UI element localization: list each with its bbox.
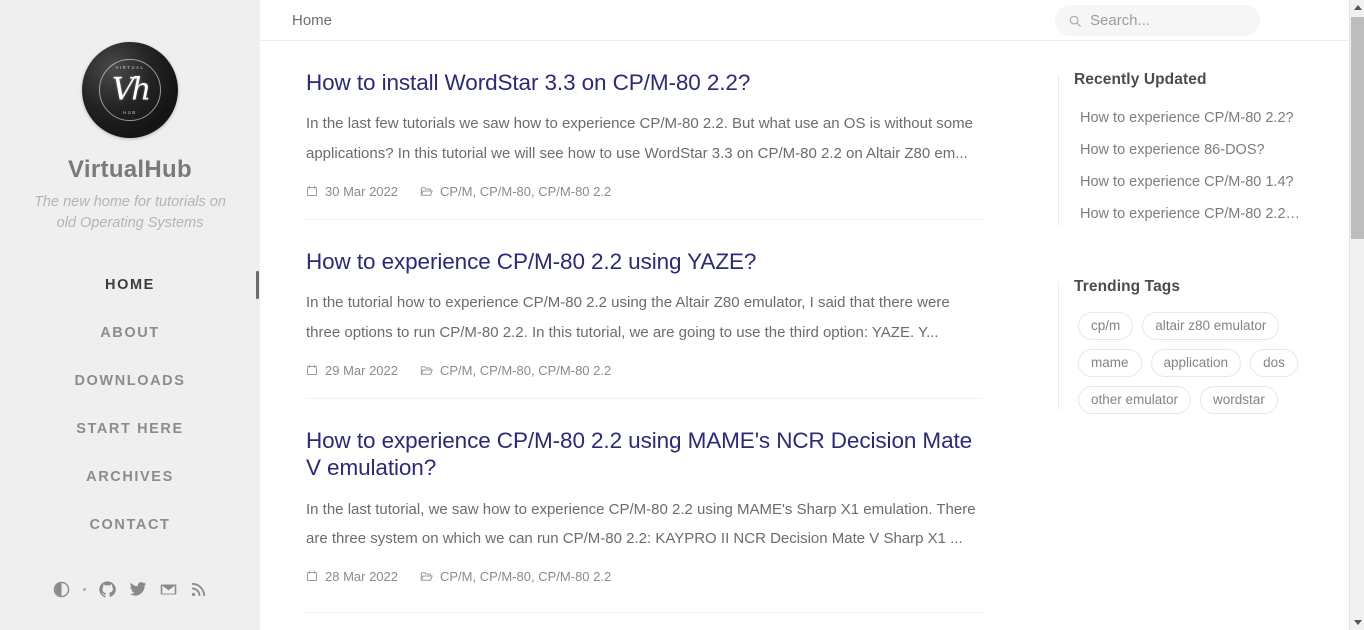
panel-divider xyxy=(1058,282,1059,410)
post-meta: 29 Mar 2022 CP/M, CP/M-80, CP/M-80 2.2 xyxy=(306,363,982,378)
logo-monogram: Vh xyxy=(111,71,151,108)
sidebar-item-contact[interactable]: CONTACT xyxy=(0,501,260,549)
post-title[interactable]: How to experience CP/M-80 2.2 using YAZE… xyxy=(306,248,982,275)
tag-chip[interactable]: mame xyxy=(1078,349,1142,377)
post-title[interactable]: How to experience CP/M-80 2.2 using MAME… xyxy=(306,427,982,482)
post-excerpt: In the last tutorial, we saw how to expe… xyxy=(306,500,976,548)
scroll-down-arrow[interactable] xyxy=(1350,615,1364,630)
right-sidebar: Recently Updated How to experience CP/M-… xyxy=(1028,41,1364,630)
app-root: VIRTUAL Vh HUB VirtualHub The new home f… xyxy=(0,0,1364,630)
sidebar-item-label: DOWNLOADS xyxy=(74,373,186,390)
sidebar-item-start-here[interactable]: START HERE xyxy=(0,405,260,453)
post-date-text: 28 Mar 2022 xyxy=(325,568,398,584)
sidebar-item-label: START HERE xyxy=(76,421,184,438)
scrollbar-thumb[interactable] xyxy=(1351,17,1364,239)
post-date: 29 Mar 2022 xyxy=(306,363,398,378)
rss-icon[interactable] xyxy=(190,581,207,598)
calendar-icon xyxy=(306,570,318,582)
post-excerpt: In the tutorial how to experience CP/M-8… xyxy=(306,294,950,341)
sidebar-item-label: ABOUT xyxy=(100,325,160,342)
tag-chip[interactable]: other emulator xyxy=(1078,386,1192,414)
theme-toggle-icon[interactable] xyxy=(53,581,70,598)
content-area: Home Search... How to install WordStar 3… xyxy=(260,0,1364,630)
calendar-icon xyxy=(306,185,318,197)
post-categories-text: CP/M, CP/M-80, CP/M-80 2.2 xyxy=(440,568,612,584)
logo-circle: VIRTUAL Vh HUB xyxy=(82,42,178,138)
tag-chip[interactable]: wordstar xyxy=(1200,386,1278,414)
post-categories[interactable]: CP/M, CP/M-80, CP/M-80 2.2 xyxy=(420,569,611,584)
sidebar-item-home[interactable]: HOME xyxy=(0,261,260,309)
sidebar-social-bar xyxy=(0,580,260,598)
post-categories[interactable]: CP/M, CP/M-80, CP/M-80 2.2 xyxy=(420,184,611,199)
folder-open-icon xyxy=(420,185,433,198)
site-title[interactable]: VirtualHub xyxy=(68,156,192,184)
list-item[interactable]: How to experience 86-DOS? xyxy=(1074,134,1364,166)
sidebar-nav: HOME ABOUT DOWNLOADS START HERE ARCHIVES… xyxy=(0,261,260,549)
post-date-text: 29 Mar 2022 xyxy=(325,362,398,378)
post-title[interactable]: How to install WordStar 3.3 on CP/M-80 2… xyxy=(306,69,982,96)
sidebar-item-label: ARCHIVES xyxy=(86,469,174,486)
panel-divider xyxy=(1058,75,1059,226)
recently-updated-list: How to experience CP/M-80 2.2? How to ex… xyxy=(1074,102,1364,230)
post-excerpt: In the last few tutorials we saw how to … xyxy=(306,115,973,163)
post-list-divider xyxy=(306,611,982,613)
page-scrollbar[interactable] xyxy=(1349,0,1364,630)
scroll-up-arrow[interactable] xyxy=(1350,0,1364,15)
breadcrumb[interactable]: Home xyxy=(292,12,332,29)
recently-updated-title: Recently Updated xyxy=(1074,71,1207,88)
post-list: How to install WordStar 3.3 on CP/M-80 2… xyxy=(260,41,1028,630)
tag-chip[interactable]: dos xyxy=(1250,349,1298,377)
tag-chip[interactable]: cp/m xyxy=(1078,312,1134,340)
sidebar-item-downloads[interactable]: DOWNLOADS xyxy=(0,357,260,405)
logo-ring-top-text: VIRTUAL xyxy=(115,65,145,70)
calendar-icon xyxy=(306,364,318,376)
list-item[interactable]: How to experience CP/M-80 2.2… xyxy=(1074,198,1364,230)
post-date: 30 Mar 2022 xyxy=(306,184,398,199)
post-card: How to install WordStar 3.3 on CP/M-80 2… xyxy=(306,41,982,219)
twitter-icon[interactable] xyxy=(129,580,147,598)
logo-ring-bottom-text: HUB xyxy=(123,110,137,115)
sidebar-item-label: HOME xyxy=(105,277,155,294)
folder-open-icon xyxy=(420,570,433,583)
post-meta: 30 Mar 2022 CP/M, CP/M-80, CP/M-80 2.2 xyxy=(306,184,982,199)
post-card: How to experience CP/M-80 2.2 using YAZE… xyxy=(306,218,982,398)
github-icon[interactable] xyxy=(99,580,116,598)
content-row: How to install WordStar 3.3 on CP/M-80 2… xyxy=(260,41,1364,630)
top-bar: Home Search... xyxy=(260,0,1364,41)
post-categories-text: CP/M, CP/M-80, CP/M-80 2.2 xyxy=(440,362,612,378)
post-date: 28 Mar 2022 xyxy=(306,569,398,584)
site-tagline: The new home for tutorials on old Operat… xyxy=(34,194,226,231)
search-icon xyxy=(1068,14,1082,28)
sidebar-item-label: CONTACT xyxy=(89,517,171,534)
site-logo[interactable]: VIRTUAL Vh HUB xyxy=(82,42,178,138)
trending-tags-title: Trending Tags xyxy=(1074,278,1181,295)
post-card: How to experience CP/M-80 2.2 using MAME… xyxy=(306,397,982,604)
sidebar-item-archives[interactable]: ARCHIVES xyxy=(0,453,260,501)
dot-separator xyxy=(83,587,86,591)
post-date-text: 30 Mar 2022 xyxy=(325,183,398,199)
list-item[interactable]: How to experience CP/M-80 1.4? xyxy=(1074,166,1364,198)
sidebar-item-about[interactable]: ABOUT xyxy=(0,309,260,357)
tag-chip[interactable]: altair z80 emulator xyxy=(1142,312,1280,340)
recently-updated-panel: Recently Updated How to experience CP/M-… xyxy=(1058,71,1364,230)
email-icon[interactable] xyxy=(160,581,177,598)
search-input[interactable]: Search... xyxy=(1090,12,1150,29)
list-item[interactable]: How to experience CP/M-80 2.2? xyxy=(1074,102,1364,134)
post-meta: 28 Mar 2022 CP/M, CP/M-80, CP/M-80 2.2 xyxy=(306,569,982,584)
post-categories-text: CP/M, CP/M-80, CP/M-80 2.2 xyxy=(440,183,612,199)
post-categories[interactable]: CP/M, CP/M-80, CP/M-80 2.2 xyxy=(420,363,611,378)
search-box[interactable]: Search... xyxy=(1055,5,1260,36)
folder-open-icon xyxy=(420,364,433,377)
trending-tags-panel: Trending Tags cp/m altair z80 emulator m… xyxy=(1058,278,1364,414)
left-sidebar: VIRTUAL Vh HUB VirtualHub The new home f… xyxy=(0,0,260,630)
tag-chip[interactable]: application xyxy=(1150,349,1242,377)
tag-list: cp/m altair z80 emulator mame applicatio… xyxy=(1074,312,1306,414)
active-indicator xyxy=(256,271,259,300)
